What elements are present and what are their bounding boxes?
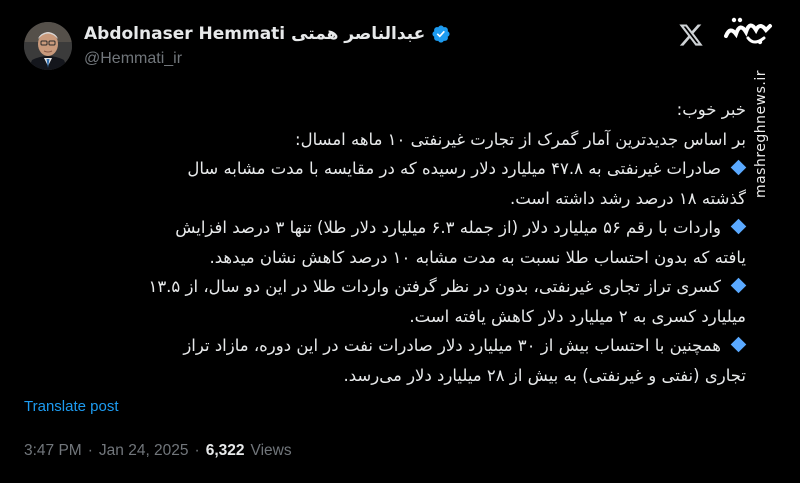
post-time[interactable]: 3:47 PM — [24, 442, 82, 460]
blue-diamond-icon — [730, 336, 747, 353]
tweet-line-text: کسری تراز تجاری غیرنفتی، بدون در نظر گرف… — [148, 277, 721, 296]
tweet-line-text: واردات با رقم ۵۶ میلیارد دلار (از جمله ۶… — [175, 218, 721, 237]
tweet-line: واردات با رقم ۵۶ میلیارد دلار (از جمله ۶… — [24, 213, 747, 243]
mashregh-logo-icon — [722, 14, 774, 48]
post-date[interactable]: Jan 24, 2025 — [99, 442, 189, 460]
meta-separator: · — [194, 442, 200, 459]
tweet-line-text: تجاری (نفتی و غیرنفتی) به بیش از ۲۸ میلی… — [343, 365, 746, 385]
display-name[interactable]: Abdolnaser Hemmati عبدالناصر همتی — [84, 24, 425, 44]
meta-separator: · — [87, 442, 93, 459]
tweet-line: گذشته ۱۸ درصد رشد داشته است. — [24, 184, 746, 214]
tweet-line: خبر خوب: — [24, 95, 746, 125]
tweet-line-text: خبر خوب: — [676, 100, 746, 119]
tweet-line: یافته که بدون احتساب طلا نسبت به مدت مشا… — [24, 243, 746, 273]
tweet-meta: 3:47 PM · Jan 24, 2025 · 6,322 Views — [24, 442, 292, 460]
tweet-line-text: یافته که بدون احتساب طلا نسبت به مدت مشا… — [209, 247, 746, 267]
tweet-line: همچنین با احتساب بیش از ۳۰ میلیارد دلار … — [24, 331, 747, 361]
tweet-card: Abdolnaser Hemmati عبدالناصر همتی @Hemma… — [0, 0, 800, 483]
blue-diamond-icon — [730, 277, 747, 294]
tweet-line: تجاری (نفتی و غیرنفتی) به بیش از ۲۸ میلی… — [24, 361, 746, 391]
tweet-line-text: بر اساس جدیدترین آمار گمرک از تجارت غیرن… — [295, 129, 746, 149]
translate-post-link[interactable]: Translate post — [24, 398, 119, 415]
x-logo-icon[interactable] — [678, 22, 704, 48]
tweet-line-text: میلیارد کسری به ۲ میلیارد دلار کاهش یافت… — [409, 306, 746, 326]
author-name-row[interactable]: Abdolnaser Hemmati عبدالناصر همتی — [84, 22, 451, 46]
views-count: 6,322 — [205, 442, 245, 459]
tweet-line: میلیارد کسری به ۲ میلیارد دلار کاهش یافت… — [24, 302, 746, 332]
tweet-line: صادرات غیرنفتی به ۴۷.۸ میلیارد دلار رسید… — [24, 154, 747, 184]
author-handle[interactable]: @Hemmati_ir — [84, 50, 182, 68]
tweet-line: کسری تراز تجاری غیرنفتی، بدون در نظر گرف… — [24, 272, 747, 302]
blue-diamond-icon — [730, 159, 747, 176]
verified-badge-icon — [432, 25, 450, 43]
tweet-line: بر اساس جدیدترین آمار گمرک از تجارت غیرن… — [24, 125, 746, 155]
tweet-line-text: صادرات غیرنفتی به ۴۷.۸ میلیارد دلار رسید… — [187, 159, 721, 178]
views-label: Views — [250, 442, 292, 459]
tweet-text: خبر خوب: بر اساس جدیدترین آمار گمرک از تج… — [24, 95, 747, 391]
avatar[interactable] — [24, 22, 72, 70]
blue-diamond-icon — [730, 218, 747, 235]
watermark-site: mashreghnews.ir — [753, 70, 769, 199]
avatar-portrait — [24, 22, 72, 70]
tweet-line-text: گذشته ۱۸ درصد رشد داشته است. — [509, 188, 746, 208]
tweet-line-text: همچنین با احتساب بیش از ۳۰ میلیارد دلار … — [183, 336, 721, 355]
